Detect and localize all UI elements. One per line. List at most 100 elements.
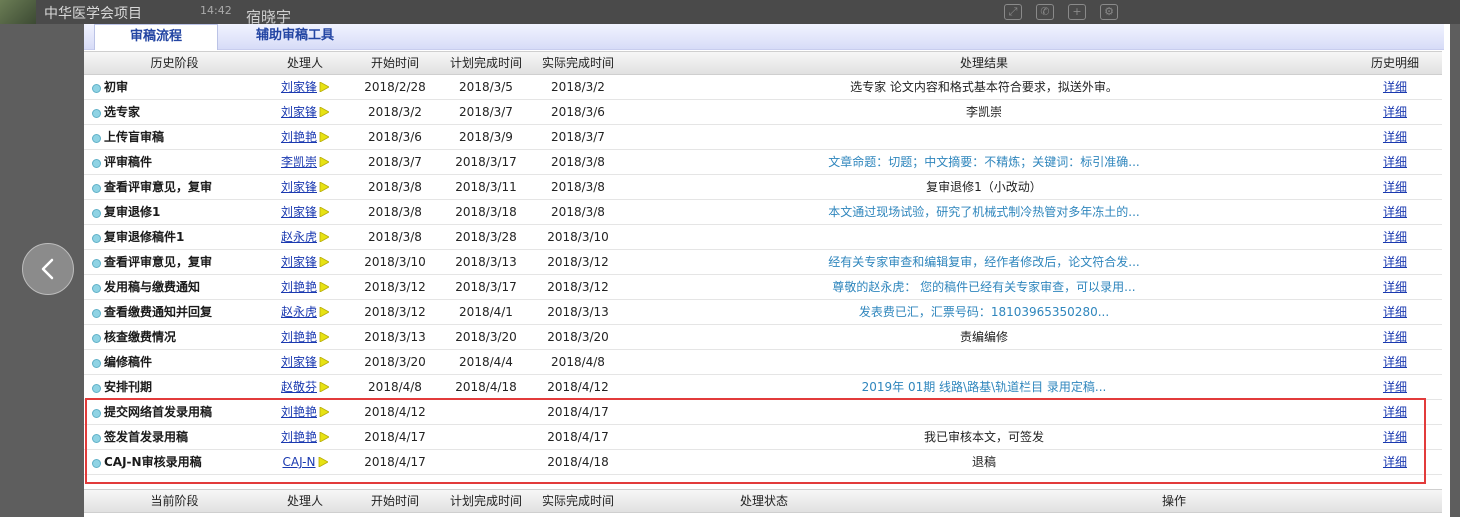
planned-time: 2018/3/28 (455, 230, 517, 244)
handler-link[interactable]: 刘艳艳 (281, 330, 317, 344)
detail-link[interactable]: 详细 (1383, 155, 1407, 169)
handler-link[interactable]: 刘家锋 (281, 255, 317, 269)
handler-link[interactable]: 刘家锋 (281, 180, 317, 194)
handler-link[interactable]: 刘家锋 (281, 80, 317, 94)
back-button[interactable] (22, 243, 74, 295)
actual-time: 2018/4/17 (547, 405, 609, 419)
result-text[interactable]: 尊敬的赵永虎： 您的稿件已经有关专家审查，可以录用... (624, 275, 1344, 299)
detail-link[interactable]: 详细 (1383, 180, 1407, 194)
handler-cell: 赵敬芬 (260, 375, 350, 399)
stage-name: CAJ-N审核录用稿 (92, 450, 257, 474)
actual-time: 2018/4/17 (547, 430, 609, 444)
detail-link[interactable]: 详细 (1383, 105, 1407, 119)
handler-link[interactable]: 刘艳艳 (281, 280, 317, 294)
planned-time: 2018/3/18 (455, 205, 517, 219)
start-time: 2018/4/17 (364, 430, 426, 444)
detail-cell: 详细 (1350, 175, 1440, 199)
handler-link[interactable]: 刘家锋 (281, 105, 317, 119)
history-table-header: 历史阶段 处理人 开始时间 计划完成时间 实际完成时间 处理结果 历史明细 (84, 51, 1442, 75)
header-current-start: 开始时间 (370, 494, 419, 508)
actual-time: 2018/4/12 (547, 380, 609, 394)
result-text[interactable]: 2019年 01期 线路\路基\轨道栏目 录用定稿... (624, 375, 1344, 399)
handler-link[interactable]: 刘艳艳 (281, 130, 317, 144)
start-time: 2018/4/8 (368, 380, 422, 394)
stage-name: 选专家 (92, 100, 257, 124)
actual-time: 2018/3/12 (547, 280, 609, 294)
detail-link[interactable]: 详细 (1383, 405, 1407, 419)
detail-link[interactable]: 详细 (1383, 355, 1407, 369)
detail-link[interactable]: 详细 (1383, 330, 1407, 344)
detail-link[interactable]: 详细 (1383, 80, 1407, 94)
actual-time: 2018/3/6 (551, 105, 605, 119)
stage-name: 提交网络首发录用稿 (92, 400, 257, 424)
table-row: CAJ-N审核录用稿 CAJ-N 2018/4/17 2018/4/18 退稿 详细 (84, 450, 1442, 475)
detail-link[interactable]: 详细 (1383, 305, 1407, 319)
handler-link[interactable]: 刘艳艳 (281, 405, 317, 419)
flag-icon (319, 257, 329, 267)
tab-review-tools[interactable]: 辅助审稿工具 (220, 24, 370, 50)
result-text[interactable]: 经有关专家审查和编辑复审，经作者修改后，论文符合发... (624, 250, 1344, 274)
planned-time (440, 450, 532, 474)
avatar[interactable] (0, 0, 36, 24)
table-row: 评审稿件 李凯崇 2018/3/7 2018/3/17 2018/3/8 文章命题：切题；… (84, 150, 1442, 175)
header-actual: 实际完成时间 (541, 56, 614, 70)
handler-link[interactable]: 赵永虎 (281, 230, 317, 244)
result-text: 责编编修 (959, 330, 1008, 344)
detail-link[interactable]: 详细 (1383, 255, 1407, 269)
table-row: 复审退修1 刘家锋 2018/3/8 2018/3/18 2018/3/8 本文通过现场试… (84, 200, 1442, 225)
handler-link[interactable]: 赵永虎 (281, 305, 317, 319)
detail-cell: 详细 (1350, 300, 1440, 324)
header-current-status: 处理状态 (739, 494, 788, 508)
detail-link[interactable]: 详细 (1383, 230, 1407, 244)
result-text[interactable]: 本文通过现场试验，研究了机械式制冷热管对多年冻土的... (624, 200, 1344, 224)
start-time: 2018/3/2 (368, 105, 422, 119)
handler-link[interactable]: CAJ-N (282, 455, 315, 469)
flag-icon (319, 332, 329, 342)
detail-link[interactable]: 详细 (1383, 280, 1407, 294)
planned-time: 2018/3/7 (459, 105, 513, 119)
handler-link[interactable]: 刘艳艳 (281, 430, 317, 444)
stage-name: 核查缴费情况 (92, 325, 257, 349)
flag-icon (319, 282, 329, 292)
flag-icon (319, 382, 329, 392)
result-text[interactable]: 文章命题：切题；中文摘要：不精炼；关键词：标引准确... (624, 150, 1344, 174)
settings-icon[interactable]: ⚙ (1100, 4, 1118, 20)
handler-link[interactable]: 李凯崇 (281, 155, 317, 169)
header-stage: 历史阶段 (150, 56, 199, 70)
start-time: 2018/3/8 (368, 230, 422, 244)
stage-name: 复审退修1 (92, 200, 257, 224)
phone-icon[interactable]: ✆ (1036, 4, 1054, 20)
detail-link[interactable]: 详细 (1383, 205, 1407, 219)
detail-link[interactable]: 详细 (1383, 130, 1407, 144)
review-panel: 审稿流程 辅助审稿工具 历史阶段 处理人 开始时间 计划完成时间 实际完成时间 … (84, 24, 1450, 517)
planned-time: 2018/4/4 (459, 355, 513, 369)
handler-link[interactable]: 刘家锋 (281, 205, 317, 219)
flag-icon (319, 432, 329, 442)
header-current-stage: 当前阶段 (150, 494, 199, 508)
add-icon[interactable]: + (1068, 4, 1086, 20)
header-planned: 计划完成时间 (449, 56, 522, 70)
screen-icon[interactable]: ⤢ (1004, 4, 1022, 20)
detail-link[interactable]: 详细 (1383, 380, 1407, 394)
planned-time (440, 425, 532, 449)
actual-time: 2018/3/7 (551, 130, 605, 144)
tab-review-process[interactable]: 审稿流程 (94, 24, 218, 50)
table-row: 核查缴费情况 刘艳艳 2018/3/13 2018/3/20 2018/3/20 责编编修… (84, 325, 1442, 350)
detail-link[interactable]: 详细 (1383, 430, 1407, 444)
detail-cell: 详细 (1350, 350, 1440, 374)
handler-link[interactable]: 刘家锋 (281, 355, 317, 369)
stage-name: 查看评审意见，复审 (92, 175, 257, 199)
result-text[interactable]: 发表费已汇，汇票号码：18103965350280... (624, 300, 1344, 324)
flag-icon (319, 182, 329, 192)
chevron-left-icon (41, 258, 54, 280)
planned-time: 2018/3/17 (455, 155, 517, 169)
handler-link[interactable]: 赵敬芬 (281, 380, 317, 394)
detail-link[interactable]: 详细 (1383, 455, 1407, 469)
start-time: 2018/3/7 (368, 155, 422, 169)
result-text: 选专家 论文内容和格式基本符合要求，拟送外审。 (850, 80, 1118, 94)
stage-name: 初审 (92, 75, 257, 99)
handler-cell: 刘艳艳 (260, 275, 350, 299)
detail-cell: 详细 (1350, 200, 1440, 224)
detail-cell: 详细 (1350, 125, 1440, 149)
handler-cell: 赵永虎 (260, 300, 350, 324)
